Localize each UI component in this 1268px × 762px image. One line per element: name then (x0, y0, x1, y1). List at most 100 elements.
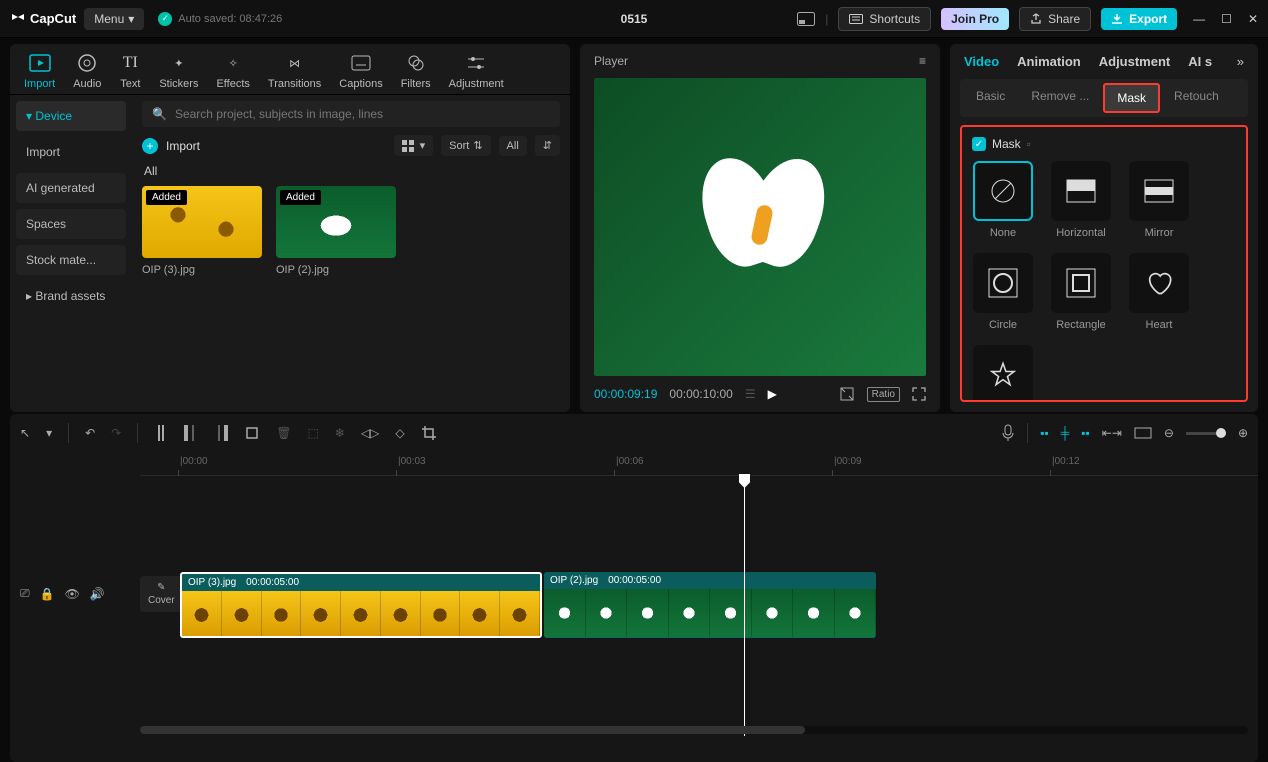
mask-rectangle[interactable] (1051, 253, 1111, 313)
sidebar-import[interactable]: Import (16, 137, 126, 167)
tool-dropdown[interactable]: ▾ (46, 426, 52, 440)
tab-filters[interactable]: Filters (401, 52, 431, 90)
timeline-ruler[interactable]: |00:00 |00:03 |00:06 |00:09 |00:12 (140, 452, 1258, 476)
undo-button[interactable]: ↶ (85, 426, 95, 440)
redo-button[interactable]: ↷ (111, 426, 121, 440)
tab-transitions[interactable]: ⋈Transitions (268, 52, 321, 90)
rotate-tool[interactable]: ◇ (395, 426, 404, 440)
shortcuts-button[interactable]: Shortcuts (838, 7, 931, 31)
media-panel: Import Audio TIText ✦Stickers ✧Effects ⋈… (10, 44, 570, 412)
mirror-tool[interactable]: ◁▷ (361, 426, 379, 440)
snap-3[interactable]: ▪▪ (1081, 426, 1090, 440)
crop-tool[interactable] (244, 425, 260, 441)
tab-adjustment[interactable]: Adjustment (449, 52, 504, 90)
mask-star[interactable] (973, 345, 1033, 402)
zoom-fit[interactable]: ⊕ (1238, 426, 1248, 440)
fullscreen-button[interactable] (912, 387, 926, 401)
playhead[interactable] (744, 476, 745, 736)
subtab-remove[interactable]: Remove ... (1019, 83, 1101, 113)
export-button[interactable]: Export (1101, 8, 1177, 30)
sidebar-stock[interactable]: Stock mate... (16, 245, 126, 275)
tab-animation[interactable]: Animation (1017, 54, 1081, 69)
tab-captions[interactable]: Captions (339, 52, 382, 90)
cover-button[interactable]: ✎ Cover (140, 576, 183, 612)
subtab-mask[interactable]: Mask (1103, 83, 1160, 113)
timeline-clip[interactable]: OIP (3).jpg00:00:05:00 (180, 572, 542, 638)
import-label[interactable]: Import (166, 139, 200, 153)
mask-circle[interactable] (973, 253, 1033, 313)
sidebar-device[interactable]: ▾ Device (16, 101, 126, 131)
tab-stickers[interactable]: ✦Stickers (159, 52, 198, 90)
menu-button[interactable]: Menu ▾ (84, 8, 144, 30)
check-icon: ✓ (158, 12, 172, 26)
list-icon[interactable]: ☰ (745, 387, 756, 401)
maximize-button[interactable]: ☐ (1221, 12, 1232, 26)
import-plus-icon[interactable]: + (142, 138, 158, 154)
track-eye-icon[interactable]: 👁 (65, 587, 80, 601)
reframe-tool[interactable]: ⬚ (307, 426, 318, 440)
tab-video[interactable]: Video (964, 54, 999, 69)
tab-effects[interactable]: ✧Effects (216, 52, 249, 90)
trim-left-tool[interactable] (184, 425, 198, 441)
media-tabs: Import Audio TIText ✦Stickers ✧Effects ⋈… (10, 44, 570, 95)
timeline-clip[interactable]: OIP (2).jpg00:00:05:00 (544, 572, 876, 638)
tab-text[interactable]: TIText (119, 52, 141, 90)
preview-viewport[interactable] (594, 78, 926, 376)
tab-audio[interactable]: Audio (73, 52, 101, 90)
mask-heart[interactable] (1129, 253, 1189, 313)
play-button[interactable]: ▶ (768, 387, 777, 401)
crop2-tool[interactable] (421, 425, 437, 441)
mic-button[interactable] (1001, 424, 1015, 442)
mask-horizontal[interactable] (1051, 161, 1111, 221)
filter-button[interactable]: ⇵ (535, 135, 560, 156)
track-output-icon[interactable]: ⎚ (20, 586, 30, 601)
app-logo: CapCut (10, 11, 76, 27)
layout-icon[interactable] (797, 12, 815, 26)
close-button[interactable]: ✕ (1248, 12, 1258, 26)
join-pro-button[interactable]: Join Pro (941, 8, 1009, 30)
timeline-scrollbar[interactable] (140, 726, 1248, 734)
trim-right-tool[interactable] (214, 425, 228, 441)
split-tool[interactable] (154, 425, 168, 441)
preview-tool[interactable] (1134, 427, 1152, 439)
minimize-button[interactable]: — (1193, 12, 1205, 26)
zoom-out[interactable]: ⊖ (1164, 426, 1174, 440)
subtab-retouch[interactable]: Retouch (1162, 83, 1231, 113)
track-lock-icon[interactable]: 🔒 (40, 587, 55, 601)
sidebar-brand-assets[interactable]: ▸ Brand assets (16, 281, 126, 311)
pointer-tool[interactable]: ↖ (20, 426, 30, 440)
stickers-icon: ✦ (168, 52, 190, 74)
media-thumb[interactable]: Added OIP (2).jpg (276, 186, 396, 276)
scale-icon[interactable] (839, 386, 855, 402)
freeze-tool[interactable]: ❄ (335, 426, 345, 440)
share-button[interactable]: Share (1019, 7, 1091, 31)
snap-1[interactable]: ▪▪ (1040, 426, 1049, 440)
search-input[interactable]: 🔍 Search project, subjects in image, lin… (142, 101, 560, 127)
zoom-slider[interactable] (1186, 432, 1226, 435)
search-icon: 🔍 (152, 107, 167, 121)
thumb-name: OIP (2).jpg (276, 264, 396, 276)
delete-tool[interactable]: 🗑 (276, 426, 291, 440)
sidebar-ai-generated[interactable]: AI generated (16, 173, 126, 203)
tab-import[interactable]: Import (24, 52, 55, 90)
all-button[interactable]: All (499, 136, 527, 156)
player-menu-icon[interactable]: ≡ (919, 54, 926, 68)
track-mute-icon[interactable]: 🔊 (90, 587, 105, 601)
snap-2[interactable]: ╪ (1061, 426, 1070, 440)
sidebar-spaces[interactable]: Spaces (16, 209, 126, 239)
mask-none[interactable] (973, 161, 1033, 221)
more-tabs-icon[interactable]: » (1237, 54, 1244, 69)
media-thumb[interactable]: Added OIP (3).jpg (142, 186, 262, 276)
mask-toggle[interactable]: ✓ Mask ▫ (972, 137, 1236, 151)
time-total: 00:00:10:00 (669, 387, 732, 401)
chevron-down-icon: ▾ (128, 12, 134, 26)
layout-toggle[interactable]: ▾ (394, 135, 434, 156)
inspector-panel: Video Animation Adjustment AI s » Basic … (950, 44, 1258, 412)
tab-ai[interactable]: AI s (1188, 54, 1212, 69)
tab-adjustment-right[interactable]: Adjustment (1099, 54, 1171, 69)
sort-button[interactable]: Sort ⇅ (441, 135, 490, 156)
align-tool[interactable]: ⇤⇥ (1102, 426, 1122, 440)
ratio-button[interactable]: Ratio (867, 387, 900, 402)
subtab-basic[interactable]: Basic (964, 83, 1017, 113)
mask-mirror[interactable] (1129, 161, 1189, 221)
